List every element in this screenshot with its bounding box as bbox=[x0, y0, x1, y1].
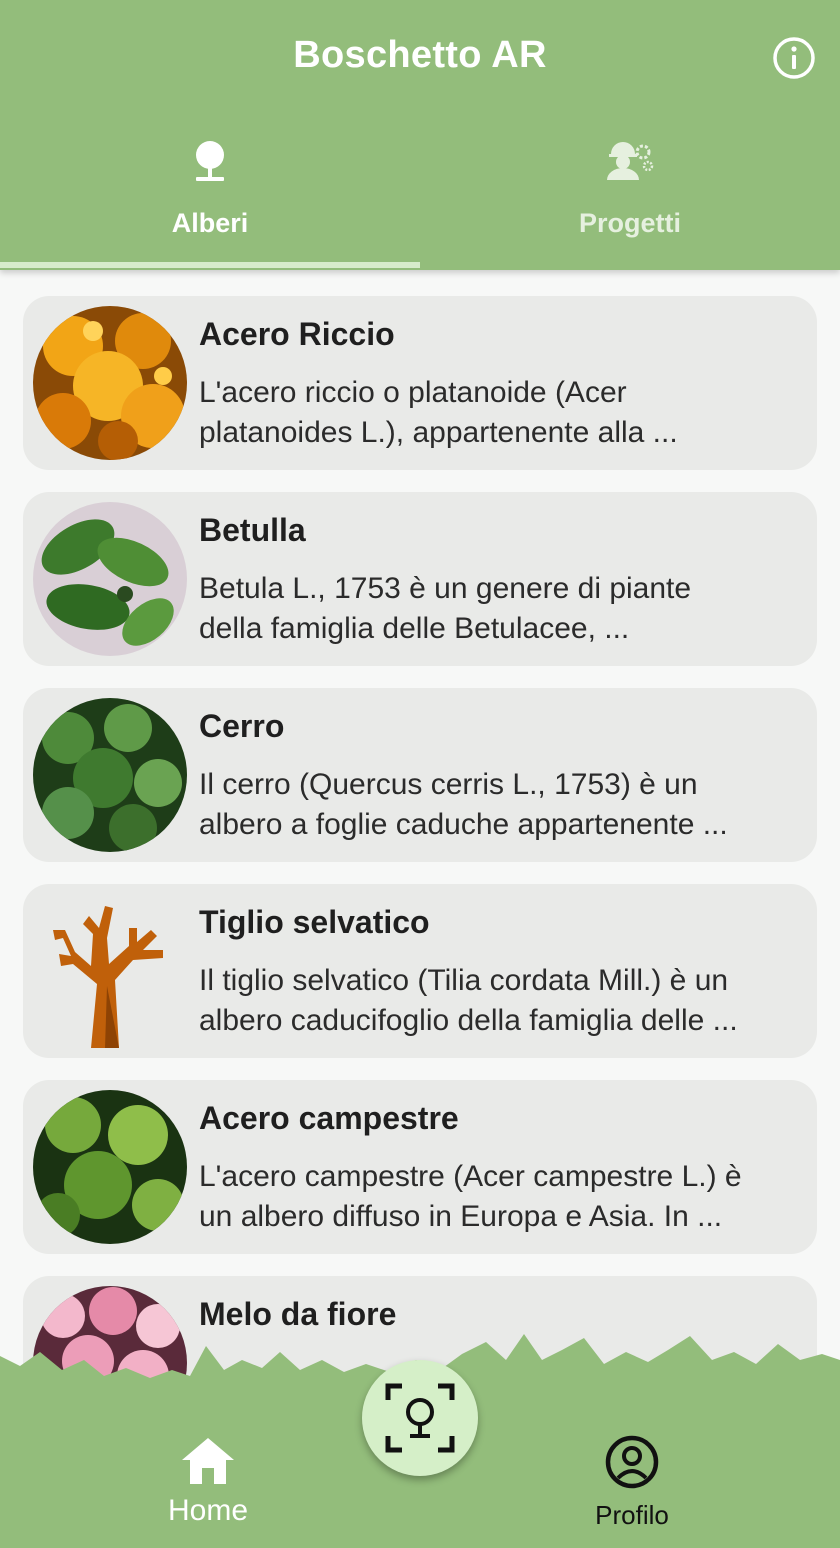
tree-name: Tiglio selvatico bbox=[199, 904, 430, 940]
list-item[interactable]: Acero Riccio L'acero riccio o platanoide… bbox=[23, 296, 817, 470]
tree-name: Melo da fiore bbox=[199, 1296, 397, 1332]
list-item[interactable]: Betulla Betula L., 1753 è un genere di p… bbox=[23, 492, 817, 666]
account-circle-icon bbox=[605, 1435, 659, 1489]
description-line: Il cerro (Quercus cerris L., 1753) è un bbox=[199, 768, 698, 801]
list-item[interactable]: Cerro Il cerro (Quercus cerris L., 1753)… bbox=[23, 688, 817, 862]
description-line: della famiglia delle Betulacee, ... bbox=[199, 612, 630, 645]
description-line: albero caducifoglio della famiglia delle… bbox=[199, 1004, 738, 1037]
description-line: albero a foglie caduche appartenente ... bbox=[199, 808, 728, 841]
tree-name: Acero Riccio bbox=[199, 316, 395, 352]
tab-alberi-label: Alberi bbox=[171, 208, 249, 238]
oak-leaves-photo bbox=[33, 698, 187, 852]
tree-description: Il cerro (Quercus cerris L., 1753) è un … bbox=[199, 765, 799, 845]
tab-progetti-label: Progetti bbox=[578, 208, 681, 238]
birch-leaves-photo bbox=[33, 502, 187, 656]
home-icon bbox=[182, 1438, 234, 1484]
autumn-maple-leaves-photo bbox=[33, 306, 187, 460]
tree-name: Betulla bbox=[199, 512, 306, 548]
app-title: Boschetto AR bbox=[293, 34, 547, 76]
bottom-navigation: Home Profilo bbox=[0, 1330, 840, 1548]
tab-alberi[interactable]: Alberi bbox=[0, 130, 420, 268]
nav-profile[interactable]: Profilo bbox=[570, 1434, 694, 1534]
tree-name: Acero campestre bbox=[199, 1100, 459, 1136]
tree-description: L'acero riccio o platanoide (Acer platan… bbox=[199, 373, 799, 453]
nav-profile-label: Profilo bbox=[595, 1500, 669, 1530]
description-line: Betula L., 1753 è un genere di piante bbox=[199, 572, 692, 605]
tree-description: Il tiglio selvatico (Tilia cordata Mill.… bbox=[199, 961, 799, 1041]
tree-description: L'acero campestre (Acer campestre L.) è … bbox=[199, 1157, 799, 1237]
description-line: un albero diffuso in Europa e Asia. In .… bbox=[199, 1200, 723, 1233]
list-item[interactable]: Tiglio selvatico Il tiglio selvatico (Ti… bbox=[23, 884, 817, 1058]
nav-home-label: Home bbox=[167, 1494, 249, 1527]
tree-name: Cerro bbox=[199, 708, 285, 744]
description-line: L'acero riccio o platanoide (Acer bbox=[199, 376, 627, 409]
list-item[interactable]: Acero campestre L'acero campestre (Acer … bbox=[23, 1080, 817, 1254]
tab-progetti[interactable]: Progetti bbox=[420, 130, 840, 268]
app-bar: Boschetto AR Alberi Progetti bbox=[0, 0, 840, 270]
description-line: Il tiglio selvatico (Tilia cordata Mill.… bbox=[199, 964, 729, 997]
worker-gears-icon bbox=[605, 140, 655, 187]
tree-description: Betula L., 1753 è un genere di piante de… bbox=[199, 569, 799, 649]
description-line: L'acero campestre (Acer campestre L.) è bbox=[199, 1160, 742, 1193]
bare-tree-icon bbox=[33, 894, 187, 1048]
tree-icon bbox=[193, 140, 227, 189]
field-maple-leaves-photo bbox=[33, 1090, 187, 1244]
info-icon[interactable] bbox=[772, 36, 816, 80]
tab-indicator bbox=[0, 262, 420, 268]
ar-scan-button[interactable] bbox=[362, 1360, 478, 1476]
description-line: platanoides L.), appartenente alla ... bbox=[199, 416, 678, 449]
nav-home[interactable]: Home bbox=[140, 1430, 276, 1540]
ar-tree-scan-icon bbox=[385, 1383, 455, 1453]
